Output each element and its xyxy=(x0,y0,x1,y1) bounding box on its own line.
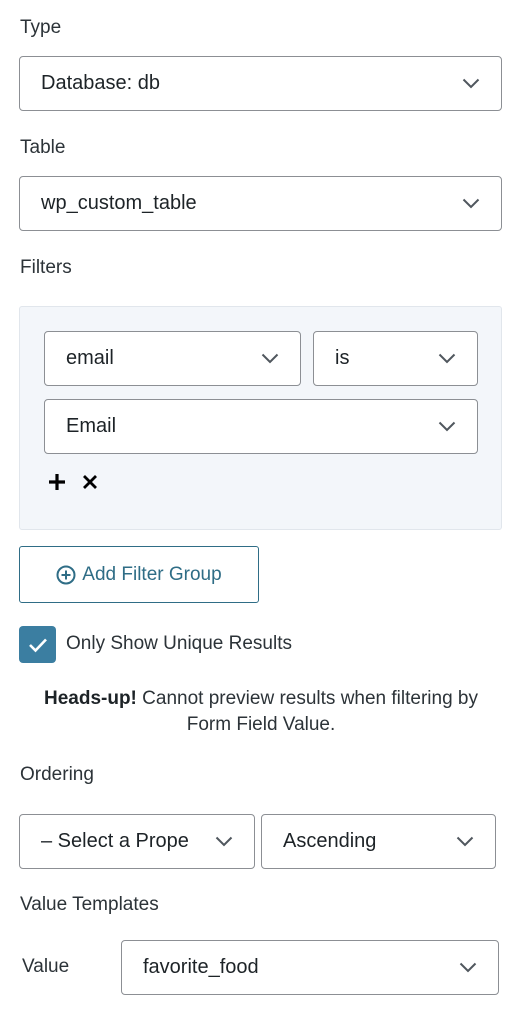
unique-results-label[interactable]: Only Show Unique Results xyxy=(66,633,292,655)
chevron-down-icon xyxy=(453,830,477,854)
table-select-value: wp_custom_table xyxy=(41,192,197,214)
table-label: Table xyxy=(20,137,66,158)
order-property-select[interactable]: – Select a Prope xyxy=(19,814,255,869)
chevron-down-icon xyxy=(435,415,459,439)
value-template-select[interactable]: favorite_food xyxy=(121,940,499,995)
filter-operator-select[interactable]: is xyxy=(313,331,478,386)
plus-circle-icon xyxy=(56,565,76,585)
value-templates-label: Value Templates xyxy=(20,894,159,915)
unique-results-checkbox[interactable] xyxy=(19,626,56,663)
chevron-down-icon xyxy=(258,347,282,371)
chevron-down-icon xyxy=(459,72,483,96)
type-select-value: Database: db xyxy=(41,72,160,94)
chevron-down-icon xyxy=(456,956,480,980)
order-direction-value: Ascending xyxy=(283,830,377,852)
chevron-down-icon xyxy=(459,192,483,216)
chevron-down-icon xyxy=(435,347,459,371)
ordering-label: Ordering xyxy=(20,764,94,785)
filters-label: Filters xyxy=(20,257,72,278)
table-select[interactable]: wp_custom_table xyxy=(19,176,502,231)
chevron-down-icon xyxy=(212,830,236,854)
filter-operator-value: is xyxy=(335,347,350,369)
filter-value-value: Email xyxy=(66,415,117,437)
notice-text: Cannot preview results when filtering by… xyxy=(136,688,478,735)
order-direction-select[interactable]: Ascending xyxy=(261,814,496,869)
close-icon[interactable] xyxy=(77,469,103,495)
plus-icon[interactable] xyxy=(44,469,70,495)
add-filter-group-label: Add Filter Group xyxy=(82,563,222,585)
filter-value-select[interactable]: Email xyxy=(44,399,478,454)
value-template-value: favorite_food xyxy=(143,956,259,978)
order-property-value: – Select a Prope xyxy=(41,830,189,852)
filter-field-value: email xyxy=(66,347,114,369)
notice-strong: Heads-up! xyxy=(43,688,137,709)
type-select[interactable]: Database: db xyxy=(19,56,502,111)
add-filter-group-button[interactable]: Add Filter Group xyxy=(19,546,259,603)
checkmark-icon xyxy=(28,638,47,652)
value-label: Value xyxy=(22,956,70,977)
heads-up-notice: Heads-up! Cannot preview results when fi… xyxy=(20,686,502,738)
filter-field-select[interactable]: email xyxy=(44,331,301,386)
type-label: Type xyxy=(20,17,62,38)
